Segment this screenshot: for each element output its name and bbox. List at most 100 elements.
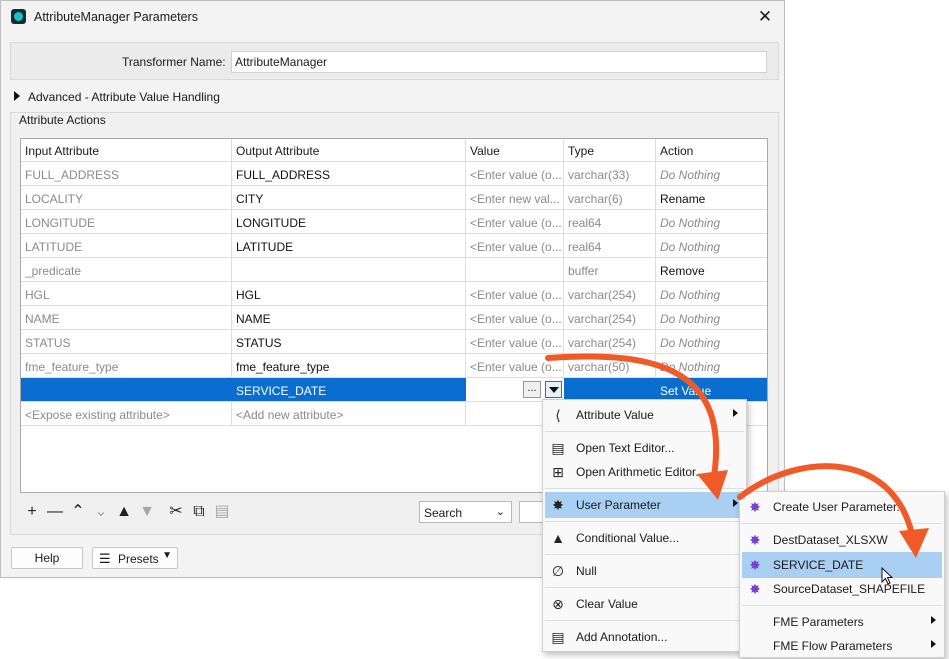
column-header-input-attribute[interactable]: Input Attribute	[21, 139, 232, 161]
type-cell[interactable]: varchar(33)	[564, 162, 656, 185]
value-cell[interactable]: <Enter value (o...	[466, 282, 564, 305]
output-attribute-cell[interactable]: LONGITUDE	[232, 210, 466, 233]
type-cell[interactable]: varchar(254)	[564, 306, 656, 329]
menu-item-param-destdataset[interactable]: ✸ DestDataset_XLSXW	[742, 527, 942, 553]
type-cell[interactable]: varchar(6)	[564, 186, 656, 209]
action-cell[interactable]: Remove	[656, 258, 767, 281]
action-cell[interactable]: Do Nothing	[656, 306, 767, 329]
selected-table-row[interactable]: SERVICE_DATE ... Set Value	[21, 377, 767, 401]
output-attribute-cell[interactable]: SERVICE_DATE	[232, 378, 466, 401]
table-row[interactable]: LONGITUDE LONGITUDE <Enter value (o... r…	[21, 209, 767, 233]
menu-item-add-annotation[interactable]: ▤ Add Annotation...	[545, 624, 744, 650]
add-row-icon[interactable]: +	[23, 503, 41, 521]
action-cell[interactable]: Do Nothing	[656, 210, 767, 233]
table-row[interactable]: STATUS STATUS <Enter value (o... varchar…	[21, 329, 767, 353]
move-to-top-icon[interactable]: ▲	[115, 503, 133, 521]
output-attribute-cell[interactable]: FULL_ADDRESS	[232, 162, 466, 185]
type-cell[interactable]: buffer	[564, 258, 656, 281]
table-row[interactable]: LATITUDE LATITUDE <Enter value (o... rea…	[21, 233, 767, 257]
action-cell[interactable]: Set Value	[656, 378, 767, 401]
output-attribute-cell[interactable]: LATITUDE	[232, 234, 466, 257]
output-attribute-cell[interactable]: fme_feature_type	[232, 354, 466, 377]
menu-item-user-parameter[interactable]: ✸ User Parameter	[545, 492, 744, 518]
output-attribute-cell[interactable]: CITY	[232, 186, 466, 209]
value-cell[interactable]: <Enter value (o...	[466, 354, 564, 377]
table-row[interactable]: NAME NAME <Enter value (o... varchar(254…	[21, 305, 767, 329]
action-cell[interactable]: Do Nothing	[656, 330, 767, 353]
submenu-arrow-icon	[733, 499, 738, 507]
table-row[interactable]: FULL_ADDRESS FULL_ADDRESS <Enter value (…	[21, 161, 767, 185]
menu-item-create-user-parameter[interactable]: ✸ Create User Parameter...	[742, 494, 942, 520]
output-attribute-cell[interactable]: NAME	[232, 306, 466, 329]
type-cell[interactable]: real64	[564, 210, 656, 233]
move-to-bottom-icon[interactable]: ▼	[138, 503, 156, 521]
advanced-section-toggle[interactable]: Advanced - Attribute Value Handling	[10, 86, 779, 108]
menu-item-param-service-date[interactable]: ✸ SERVICE_DATE	[742, 552, 942, 578]
action-cell[interactable]: Do Nothing	[656, 234, 767, 257]
text-editor-icon: ▤	[551, 440, 565, 456]
table-row[interactable]: LOCALITY CITY <Enter new val... varchar(…	[21, 185, 767, 209]
remove-row-icon[interactable]: —	[46, 503, 64, 521]
move-down-icon[interactable]: ⌄	[92, 503, 110, 521]
copy-icon[interactable]: ⧉	[190, 503, 208, 521]
output-attribute-cell[interactable]: STATUS	[232, 330, 466, 353]
value-cell[interactable]: <Enter value (o...	[466, 306, 564, 329]
menu-item-open-arithmetic-editor[interactable]: ⊞ Open Arithmetic Editor...	[545, 459, 744, 485]
menu-separator	[545, 431, 744, 432]
input-attribute-cell: LATITUDE	[21, 234, 232, 257]
table-row[interactable]: fme_feature_type fme_feature_type <Enter…	[21, 353, 767, 377]
output-attribute-cell[interactable]: HGL	[232, 282, 466, 305]
action-cell[interactable]: Do Nothing	[656, 282, 767, 305]
menu-separator	[545, 554, 744, 555]
presets-button[interactable]: ☰ Presets ▼	[92, 547, 178, 569]
help-button[interactable]: Help	[11, 547, 83, 569]
menu-item-attribute-value[interactable]: ⟨ Attribute Value	[545, 402, 744, 428]
search-select[interactable]: Search ⌄	[419, 501, 512, 523]
menu-item-fme-parameters[interactable]: FME Parameters	[742, 609, 942, 635]
menu-separator	[742, 605, 942, 606]
action-cell[interactable]: Do Nothing	[656, 162, 767, 185]
value-cell[interactable]: <Enter value (o...	[466, 330, 564, 353]
table-row[interactable]: HGL HGL <Enter value (o... varchar(254) …	[21, 281, 767, 305]
value-cell[interactable]: <Enter new val...	[466, 186, 564, 209]
type-cell[interactable]: varchar(254)	[564, 330, 656, 353]
add-attribute-cell[interactable]: <Add new attribute>	[232, 402, 466, 425]
column-header-output-attribute[interactable]: Output Attribute	[232, 139, 466, 161]
column-header-type[interactable]: Type	[564, 139, 656, 161]
parameter-puzzle-icon: ✸	[749, 581, 761, 597]
fme-app-icon	[11, 9, 26, 24]
move-up-icon[interactable]: ⌃	[69, 503, 87, 521]
menu-item-param-sourcedataset[interactable]: ✸ SourceDataset_SHAPEFILE	[742, 576, 942, 602]
expand-triangle-icon	[14, 91, 20, 101]
cut-icon[interactable]: ✂	[167, 503, 185, 521]
menu-item-open-text-editor[interactable]: ▤ Open Text Editor...	[545, 435, 744, 461]
column-header-action[interactable]: Action	[656, 139, 767, 161]
menu-item-null[interactable]: ∅ Null	[545, 558, 744, 584]
value-cell[interactable]: <Enter value (o...	[466, 234, 564, 257]
menu-item-fme-flow-parameters[interactable]: FME Flow Parameters	[742, 633, 942, 659]
type-cell[interactable]: varchar(50)	[564, 354, 656, 377]
transformer-name-label: Transformer Name:	[122, 55, 226, 69]
value-ellipsis-button[interactable]: ...	[523, 381, 541, 398]
transformer-name-input[interactable]: AttributeManager	[231, 51, 767, 73]
action-cell[interactable]: Do Nothing	[656, 354, 767, 377]
value-dropdown-button[interactable]	[545, 381, 562, 398]
type-cell[interactable]: real64	[564, 234, 656, 257]
value-cell[interactable]	[466, 258, 564, 281]
menu-item-clear-value[interactable]: ⊗ Clear Value	[545, 591, 744, 617]
column-header-value[interactable]: Value	[466, 139, 564, 161]
input-attribute-cell: NAME	[21, 306, 232, 329]
value-cell[interactable]: <Enter value (o...	[466, 162, 564, 185]
action-cell[interactable]: Rename	[656, 186, 767, 209]
input-attribute-cell: _predicate	[21, 258, 232, 281]
type-cell[interactable]: varchar(254)	[564, 282, 656, 305]
value-context-menu: ⟨ Attribute Value ▤ Open Text Editor... …	[542, 399, 747, 652]
value-cell[interactable]: <Enter value (o...	[466, 210, 564, 233]
close-button[interactable]: ✕	[754, 6, 776, 28]
menu-item-conditional-value[interactable]: ▲ Conditional Value...	[545, 525, 744, 551]
expose-attribute-cell[interactable]: <Expose existing attribute>	[21, 402, 232, 425]
type-cell[interactable]	[564, 378, 656, 401]
output-attribute-cell[interactable]	[232, 258, 466, 281]
table-row[interactable]: _predicate buffer Remove	[21, 257, 767, 281]
paste-icon[interactable]: ▤	[213, 503, 231, 521]
